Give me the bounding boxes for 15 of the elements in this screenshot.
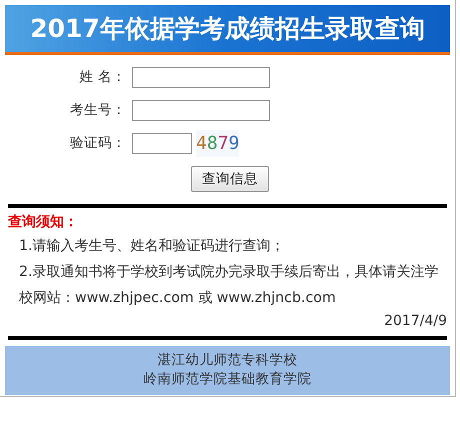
field-label: 考生号： [69, 101, 127, 120]
input-field[interactable] [132, 67, 270, 88]
query-button[interactable]: 查询信息 [191, 166, 269, 192]
field-label: 姓 名： [78, 68, 127, 88]
notice-heading: 查询须知： [8, 213, 79, 232]
input-field[interactable] [132, 100, 270, 121]
notice-item: 1.请输入考生号、姓名和验证码进行查询； [19, 237, 286, 256]
field-label: 验证码： [69, 134, 127, 154]
page-title: 2017年依据学考成绩招生录取查询 [5, 5, 450, 55]
input-field[interactable] [132, 133, 192, 154]
footer-text: 岭南师范学院基础教育学院 [142, 370, 312, 390]
footer-text: 湛江幼儿师范专科学校 [156, 351, 298, 370]
notice-item: 2.录取通知书将于学校到考试院办完录取手续后寄出，具体请关注学校网站：www.zhjpec.com 或 www.zhjncb.com [19, 263, 440, 308]
captcha-code: 4879 [196, 130, 240, 157]
notice-date: 2017/4/9 [383, 312, 447, 332]
